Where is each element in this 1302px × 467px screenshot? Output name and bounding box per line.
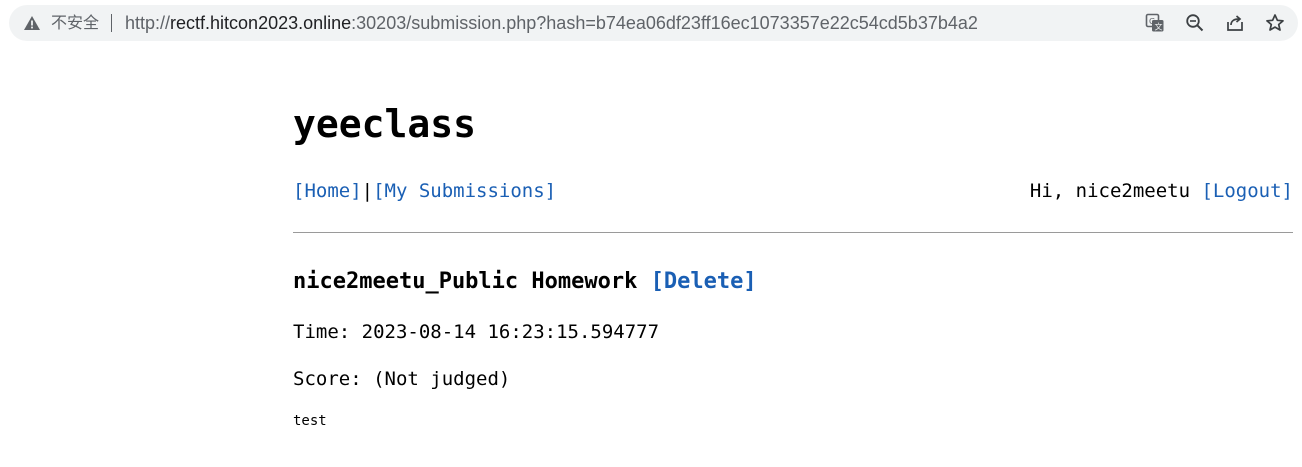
home-link[interactable]: [Home] xyxy=(293,180,362,202)
logout-link[interactable]: [Logout] xyxy=(1201,180,1293,202)
nav-bar: [Home]|[My Submissions] Hi, nice2meetu [… xyxy=(293,178,1293,204)
browser-toolbar: 不安全 http://rectf.hitcon2023.online:30203… xyxy=(0,0,1302,48)
nav-separator: | xyxy=(361,180,374,202)
submission-body: test xyxy=(293,413,327,429)
zoom-icon[interactable] xyxy=(1185,13,1205,33)
svg-text:文: 文 xyxy=(1155,22,1163,32)
bookmark-star-icon[interactable] xyxy=(1265,13,1285,33)
url-host: rectf.hitcon2023.online xyxy=(170,13,352,33)
delete-link[interactable]: [Delete] xyxy=(651,269,757,294)
url-text[interactable]: http://rectf.hitcon2023.online:30203/sub… xyxy=(125,13,978,33)
address-separator xyxy=(111,14,112,32)
homework-name: nice2meetu_Public Homework xyxy=(293,269,638,294)
url-scheme: http:// xyxy=(125,13,171,33)
site-title: yeeclass xyxy=(293,102,477,146)
submission-title: nice2meetu_Public Homework [Delete] xyxy=(293,267,757,297)
user-area: Hi, nice2meetu [Logout] xyxy=(1030,178,1293,204)
warning-icon[interactable] xyxy=(23,14,41,32)
submission-score: Score: (Not judged) xyxy=(293,368,511,390)
submission-time: Time: 2023-08-14 16:23:15.594777 xyxy=(293,321,660,343)
translate-icon[interactable]: G 文 xyxy=(1145,13,1165,33)
url-path: :30203/submission.php?hash=b74ea06df23ff… xyxy=(351,13,978,33)
divider xyxy=(293,232,1293,233)
share-icon[interactable] xyxy=(1225,13,1245,33)
my-submissions-link[interactable]: [My Submissions] xyxy=(373,180,556,202)
not-secure-label[interactable]: 不安全 xyxy=(51,13,99,33)
address-bar[interactable]: 不安全 http://rectf.hitcon2023.online:30203… xyxy=(9,5,1298,41)
user-greeting: Hi, nice2meetu xyxy=(1029,180,1191,202)
